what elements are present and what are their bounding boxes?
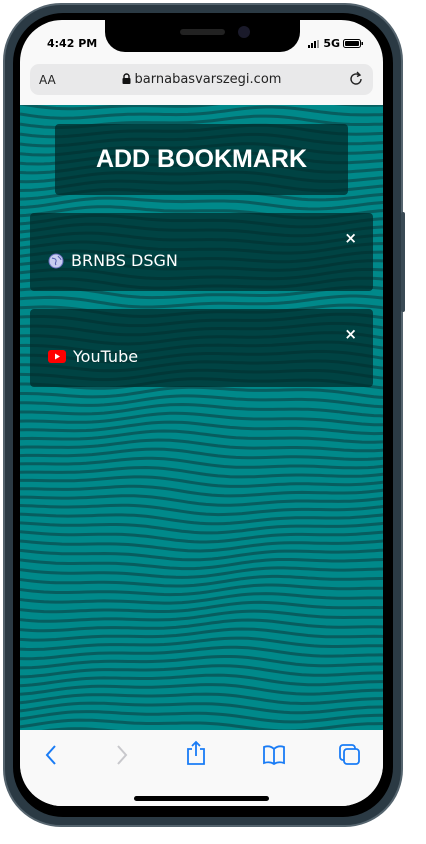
wave-line: [20, 512, 383, 526]
signal-icon: [308, 39, 320, 48]
share-icon[interactable]: [186, 740, 206, 766]
home-indicator: [134, 796, 269, 801]
url-field[interactable]: barnabasvarszegi.com: [30, 72, 373, 87]
network-label: 5G: [323, 37, 340, 50]
url-text: barnabasvarszegi.com: [134, 72, 282, 87]
text-size-button[interactable]: AA: [39, 73, 56, 87]
globe-icon: [48, 253, 64, 268]
wave-line: [20, 420, 383, 436]
wave-line: [20, 447, 383, 461]
tabs-icon[interactable]: [339, 744, 361, 766]
youtube-icon: [48, 350, 66, 363]
wave-line: [20, 494, 383, 507]
lock-icon: [122, 73, 131, 84]
bookmarks-icon[interactable]: [262, 744, 286, 766]
battery-icon: [343, 39, 363, 48]
wave-line: [20, 105, 383, 111]
bookmark-card[interactable]: × YouTube: [30, 309, 373, 387]
bookmark-label[interactable]: BRNBS DSGN: [71, 251, 178, 270]
wave-line: [20, 438, 383, 453]
status-indicators: 5G: [308, 37, 363, 50]
bookmark-label[interactable]: YouTube: [73, 347, 138, 366]
side-button: [401, 212, 405, 312]
bookmark-card[interactable]: × BRNBS DSGN: [30, 213, 373, 291]
browser-toolbar: [20, 730, 383, 806]
back-icon[interactable]: [44, 744, 58, 766]
wave-line: [20, 592, 383, 605]
page-content: ADD BOOKMARK × BRNBS DSGN × YouTube: [20, 105, 383, 730]
wave-line: [20, 609, 383, 623]
wave-line: [20, 465, 383, 479]
wave-line: [20, 692, 383, 706]
wave-line: [20, 429, 383, 444]
wave-line: [20, 503, 383, 517]
notch: [105, 20, 300, 52]
reload-icon[interactable]: [347, 70, 365, 88]
wave-line: [20, 583, 383, 597]
wave-background: [20, 105, 383, 730]
add-bookmark-button[interactable]: ADD BOOKMARK: [55, 124, 348, 195]
wave-line: [20, 475, 383, 488]
forward-icon[interactable]: [115, 744, 129, 766]
wave-line: [20, 456, 383, 470]
screen: 4:42 PM 5G AA barnabasvarszegi.com ADD B…: [20, 20, 383, 806]
close-icon[interactable]: ×: [344, 325, 357, 343]
close-icon[interactable]: ×: [344, 229, 357, 247]
address-bar[interactable]: AA barnabasvarszegi.com: [30, 64, 373, 95]
status-time: 4:42 PM: [47, 37, 98, 50]
wave-line: [20, 484, 383, 498]
wave-line: [20, 600, 383, 614]
